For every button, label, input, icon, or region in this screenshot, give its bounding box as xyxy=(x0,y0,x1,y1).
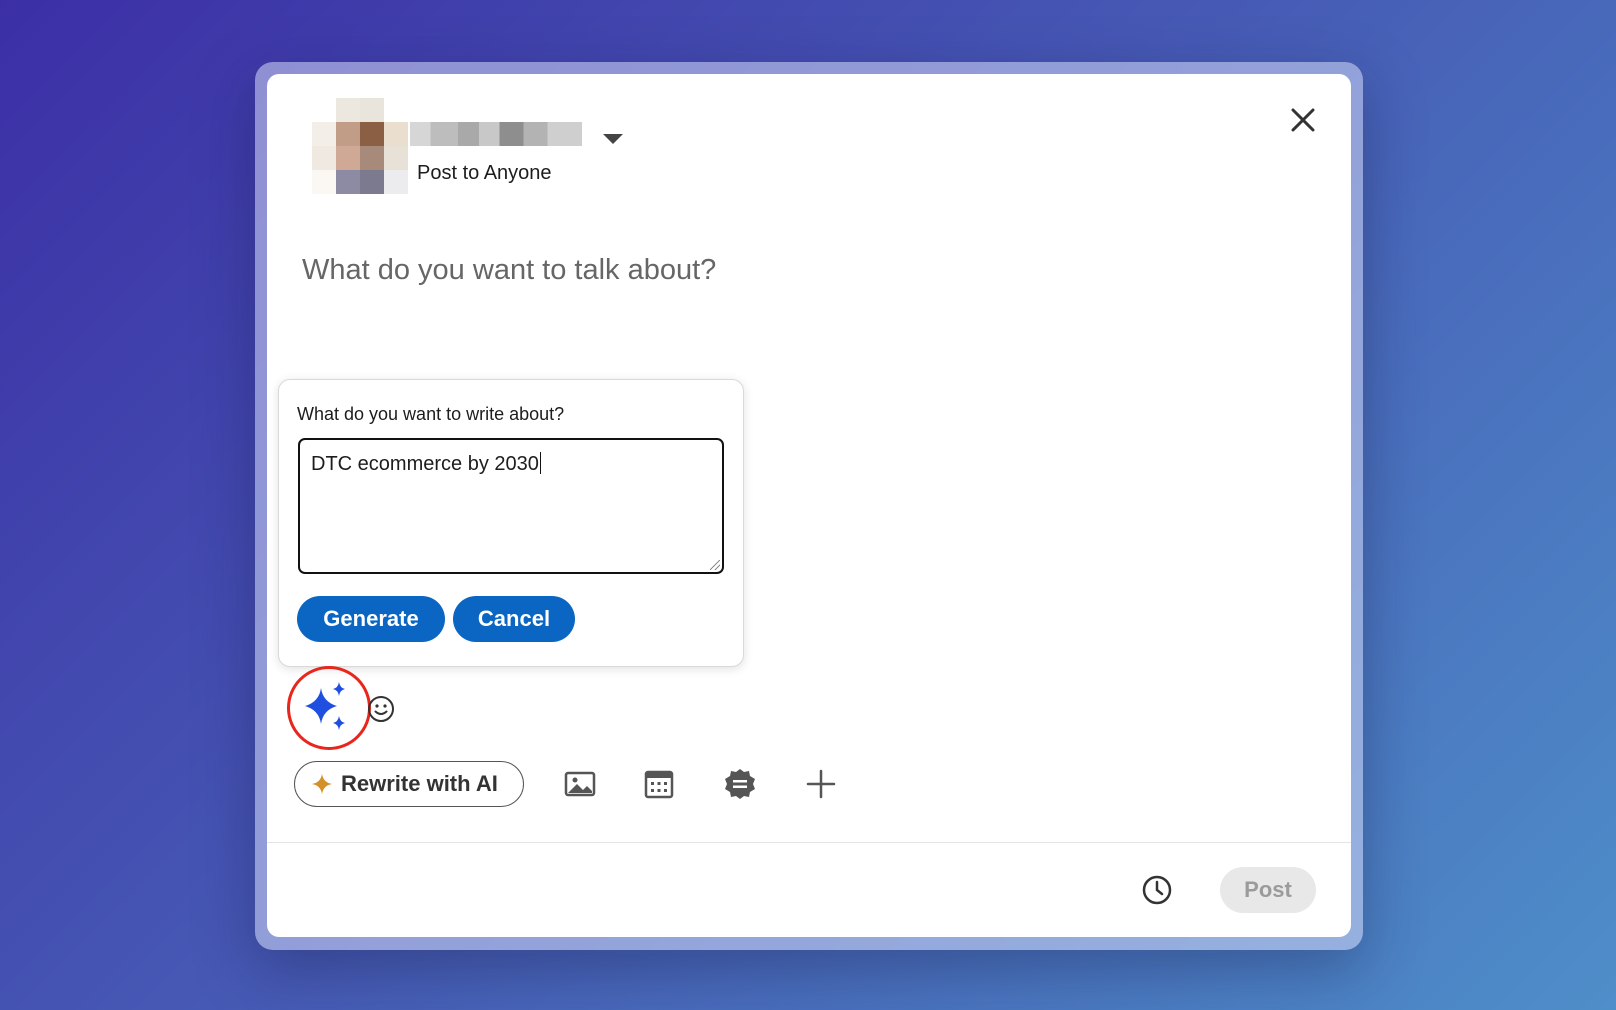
cancel-button[interactable]: Cancel xyxy=(453,596,575,642)
post-text-placeholder[interactable]: What do you want to talk about? xyxy=(302,254,716,287)
chevron-down-icon[interactable] xyxy=(603,134,623,144)
close-icon[interactable] xyxy=(1285,102,1321,138)
ai-sparkle-icon xyxy=(305,682,345,730)
avatar[interactable] xyxy=(312,98,408,194)
resize-handle[interactable] xyxy=(710,560,720,570)
rewrite-with-ai-button[interactable]: Rewrite with AI xyxy=(294,761,524,807)
calendar-icon[interactable] xyxy=(641,766,677,802)
image-icon[interactable] xyxy=(562,766,598,802)
ai-assist-button[interactable] xyxy=(287,666,371,750)
ai-prompt-input-value: DTC ecommerce by 2030 xyxy=(311,453,539,475)
generate-button[interactable]: Generate xyxy=(297,596,445,642)
ai-prompt-input[interactable]: DTC ecommerce by 2030 xyxy=(298,438,724,574)
footer-divider xyxy=(267,842,1351,843)
ai-prompt-popup: What do you want to write about? DTC eco… xyxy=(278,379,744,667)
post-composer-modal: Post to Anyone What do you want to talk … xyxy=(267,74,1351,937)
post-button[interactable]: Post xyxy=(1220,867,1316,913)
author-name-redacted[interactable] xyxy=(410,122,582,146)
clock-icon[interactable] xyxy=(1140,873,1174,907)
rewrite-label: Rewrite with AI xyxy=(341,771,498,796)
star-icon xyxy=(311,773,333,795)
plus-icon[interactable] xyxy=(803,766,839,802)
text-cursor xyxy=(539,452,542,474)
emoji-icon[interactable] xyxy=(366,694,396,724)
audience-label[interactable]: Post to Anyone xyxy=(417,162,552,185)
ai-prompt-label: What do you want to write about? xyxy=(297,404,565,424)
badge-icon[interactable] xyxy=(722,766,758,802)
